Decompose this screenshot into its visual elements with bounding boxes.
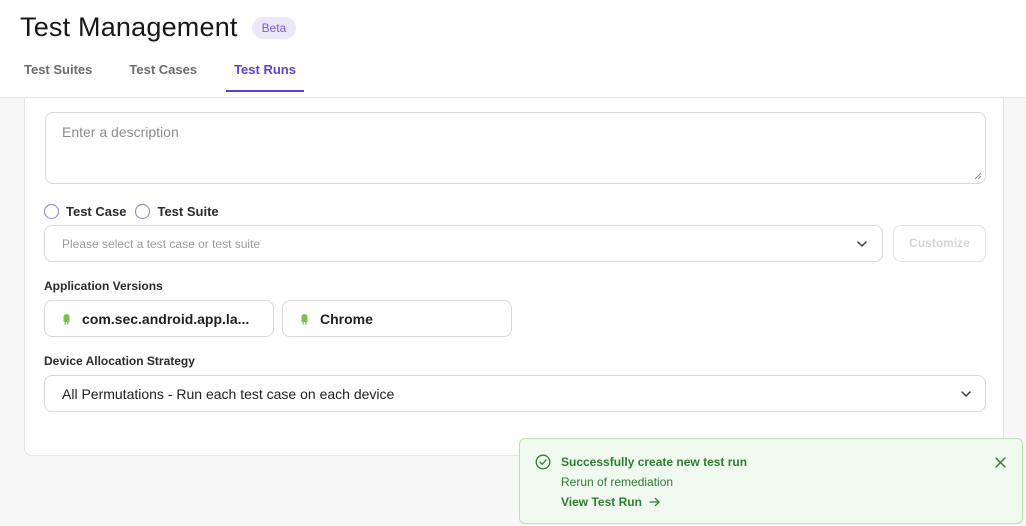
tab-bar: Test Suites Test Cases Test Runs <box>24 62 341 92</box>
customize-button[interactable]: Customize <box>893 225 986 262</box>
description-textarea[interactable]: Enter a description <box>45 112 986 184</box>
check-circle-icon <box>535 454 551 470</box>
view-test-run-link[interactable]: View Test Run <box>561 495 661 509</box>
success-toast: Successfully create new test run Rerun o… <box>519 438 1023 524</box>
test-select-dropdown[interactable]: Please select a test case or test suite <box>44 225 883 262</box>
allocation-strategy-value: All Permutations - Run each test case on… <box>62 386 395 402</box>
arrow-right-icon <box>649 497 660 507</box>
beta-badge: Beta <box>251 16 297 39</box>
app-version-text: com.sec.android.app.la... <box>82 310 250 327</box>
test-run-form-card: Enter a description Test Case Test Suite… <box>24 98 1004 456</box>
title-row: Test Management Beta <box>20 12 297 43</box>
chevron-down-icon <box>961 391 971 397</box>
close-icon[interactable] <box>994 456 1007 469</box>
page-header: Test Management Beta Test Suites Test Ca… <box>0 0 1026 98</box>
tab-test-suites[interactable]: Test Suites <box>24 62 92 92</box>
chevron-down-icon <box>857 241 867 247</box>
view-test-run-label: View Test Run <box>561 495 642 509</box>
android-icon <box>63 313 70 324</box>
allocation-strategy-label: Device Allocation Strategy <box>44 354 195 368</box>
allocation-strategy-dropdown[interactable]: All Permutations - Run each test case on… <box>44 375 986 412</box>
description-placeholder: Enter a description <box>62 124 179 140</box>
tab-test-runs[interactable]: Test Runs <box>226 62 304 92</box>
app-version-chip-2[interactable]: Chrome <box>282 300 512 337</box>
test-select-placeholder: Please select a test case or test suite <box>62 237 261 251</box>
radio-test-suite[interactable] <box>135 204 151 219</box>
radio-test-case[interactable] <box>44 204 59 219</box>
toast-subtitle: Rerun of remediation <box>561 475 674 489</box>
toast-title: Successfully create new test run <box>561 455 748 469</box>
app-version-chip-1[interactable]: com.sec.android.app.la... <box>44 300 274 337</box>
app-versions-label: Application Versions <box>44 279 163 293</box>
source-radio-group: Test Case Test Suite <box>44 204 228 219</box>
tab-test-cases[interactable]: Test Cases <box>129 62 197 92</box>
radio-test-case-label[interactable]: Test Case <box>66 204 126 219</box>
resize-grip-icon[interactable] <box>974 172 982 180</box>
radio-test-suite-label[interactable]: Test Suite <box>157 204 218 219</box>
app-version-text: Chrome <box>320 310 373 327</box>
android-icon <box>301 313 308 324</box>
page-title: Test Management <box>20 12 238 42</box>
